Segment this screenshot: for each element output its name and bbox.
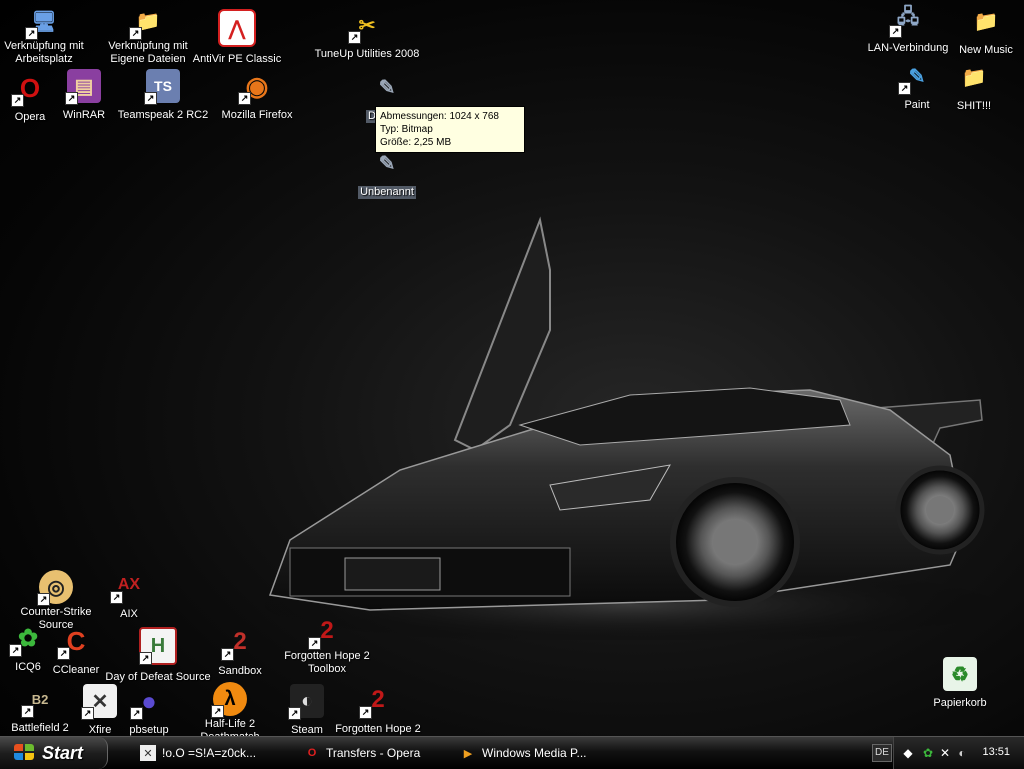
xfire-icon: ✕	[140, 745, 156, 761]
aix-shortcut[interactable]: AX ↗ AIX	[74, 568, 184, 622]
language-indicator[interactable]: DE	[872, 744, 892, 762]
icon-label: Teamspeak 2 RC2	[117, 109, 209, 121]
system-tray: ◆ ✿ ✕ ◐ 13:51	[893, 737, 1024, 769]
clock[interactable]: 13:51	[982, 746, 1010, 758]
icon-label: AntiVir PE Classic	[192, 53, 282, 65]
forgotten-hope-icon: 2 ↗	[308, 614, 344, 650]
icon-label: pbsetup	[129, 724, 169, 736]
folder-icon: 📁 ↗	[129, 4, 165, 40]
icon-label: Mozilla Firefox	[221, 109, 293, 121]
aix-icon: AX ↗	[110, 568, 146, 604]
task-label: Windows Media P...	[482, 746, 587, 760]
icon-label: AIX	[120, 608, 138, 620]
task-label: !o.O =S!A=z0ck...	[162, 746, 257, 760]
tuneup-icon: ✂ ↗	[348, 8, 384, 44]
day-of-defeat-icon: H ↗	[139, 627, 177, 665]
task-opera-transfers[interactable]: O Transfers - Opera	[296, 741, 452, 765]
unbenannt-file[interactable]: ✎ Unbenannt	[332, 146, 442, 200]
xfire-tray-icon[interactable]: ✕	[937, 745, 953, 761]
forgotten-hope-2-shortcut[interactable]: 2 ↗ Forgotten Hope 2	[323, 683, 433, 736]
icq-tray-icon[interactable]: ✿	[920, 745, 936, 761]
bitmap-icon: ✎	[378, 76, 396, 99]
task-windows-media-player[interactable]: ▶ Windows Media P...	[452, 741, 608, 765]
tooltip-size: Größe: 2,25 MB	[380, 137, 452, 148]
steam-icon: ◐ ↗	[288, 684, 324, 720]
icon-label: WinRAR	[62, 109, 106, 121]
task-label: Transfers - Opera	[326, 746, 421, 760]
windows-logo-icon	[14, 744, 36, 762]
network-icon: 🖧 ↗	[889, 2, 925, 38]
shit-folder[interactable]: 📁 SHIT!!!	[919, 60, 1024, 114]
tooltip-dimensions: Abmessungen: 1024 x 768	[380, 111, 499, 122]
icon-label: New Music	[959, 44, 1013, 56]
sandbox-icon: 2 ↗	[221, 625, 257, 661]
icon-label: Unbenannt	[358, 186, 416, 199]
icon-label: Papierkorb	[933, 697, 987, 709]
icon-label: SHIT!!!	[956, 100, 992, 112]
icon-label: Sandbox	[218, 665, 262, 677]
new-music-folder[interactable]: 📁 New Music	[931, 4, 1024, 58]
media-player-icon: ▶	[463, 747, 473, 760]
icon-label: Verknüpfung mit Arbeitsplatz	[4, 40, 84, 65]
firefox-shortcut[interactable]: ◉ ↗ Mozilla Firefox	[202, 69, 312, 123]
icon-label: Forgotten Hope 2 Toolbox	[284, 650, 370, 675]
tooltip-type: Typ: Bitmap	[380, 124, 433, 135]
start-label: Start	[42, 742, 84, 763]
diamond-icon[interactable]: ◆	[900, 745, 916, 761]
ccleaner-icon: C ↗	[57, 624, 93, 660]
start-button[interactable]: Start	[0, 737, 108, 769]
pbsetup-icon: ● ↗	[130, 684, 166, 720]
taskbar: Start ✕ !o.O =S!A=z0ck... O Transfers - …	[0, 736, 1024, 769]
file-info-tooltip: Abmessungen: 1024 x 768 Typ: Bitmap Größ…	[375, 106, 525, 153]
counter-strike-icon: ◎ ↗	[37, 570, 73, 606]
papierkorb[interactable]: ♻ Papierkorb	[905, 657, 1015, 711]
desktop[interactable]: 🖥 ↗ Verknüpfung mit Arbeitsplatz 📁 ↗ Verkn…	[0, 0, 1024, 736]
icon-label: Forgotten Hope 2	[335, 723, 421, 735]
antivir-shortcut[interactable]: ⋀ AntiVir PE Classic	[182, 9, 292, 67]
forgotten-hope-icon: 2 ↗	[359, 683, 395, 719]
icon-label: Steam	[291, 724, 323, 736]
icon-label: TuneUp Utilities 2008	[314, 48, 420, 60]
wallpaper-car-image	[250, 216, 1010, 640]
arbeitsplatz-shortcut[interactable]: 🖥 ↗ Verknüpfung mit Arbeitsplatz	[0, 4, 99, 67]
half-life-icon: λ ↗	[211, 682, 247, 718]
folder-icon: 📁	[961, 66, 987, 89]
folder-icon: 📁	[973, 10, 999, 33]
fh2-toolbox-shortcut[interactable]: 2 ↗ Forgotten Hope 2 Toolbox	[272, 614, 382, 677]
task-xfire-chat[interactable]: ✕ !o.O =S!A=z0ck...	[132, 741, 288, 765]
icon-label: CCleaner	[52, 664, 100, 676]
winrar-icon: ▤ ↗	[65, 69, 101, 105]
steam-tray-icon[interactable]: ◐	[954, 745, 970, 761]
tuneup-shortcut[interactable]: ✂ ↗ TuneUp Utilities 2008	[312, 8, 422, 62]
recycle-bin-icon: ♻	[943, 657, 977, 691]
antivir-icon: ⋀	[218, 9, 256, 47]
opera-icon: O	[307, 747, 317, 759]
firefox-icon: ◉ ↗	[238, 69, 274, 105]
teamspeak-icon: TS ↗	[144, 69, 180, 105]
computer-icon: 🖥 ↗	[25, 4, 61, 40]
